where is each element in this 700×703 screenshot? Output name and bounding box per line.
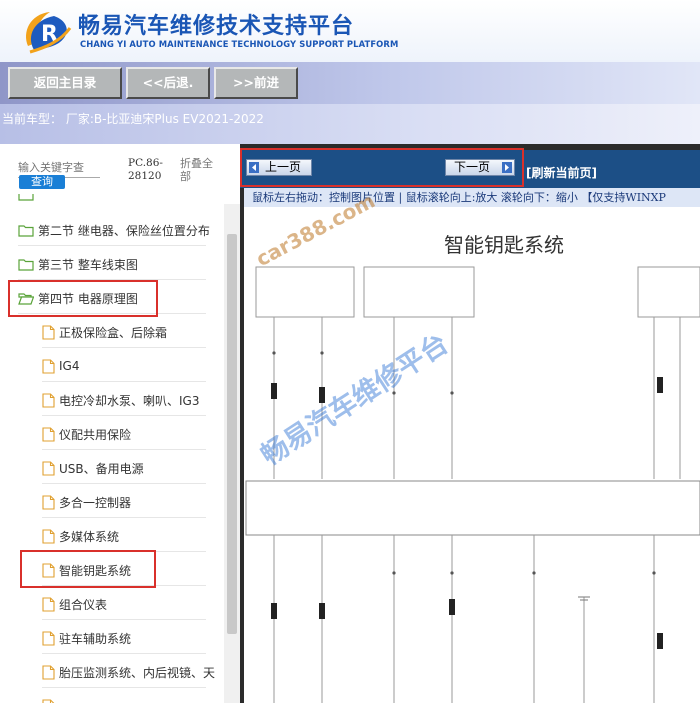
tree-item-usb[interactable]: USB、备用电源 (42, 454, 224, 482)
tree-item-parking-assist[interactable]: 驻车辅助系统 (42, 624, 224, 652)
divider (42, 619, 206, 620)
collapse-all-link[interactable]: 折叠全部 (180, 157, 220, 183)
document-icon (42, 358, 55, 374)
divider (42, 551, 206, 552)
tree-item-multimedia[interactable]: 多媒体系统 (42, 522, 224, 550)
document-icon (42, 630, 55, 646)
folder-icon (18, 194, 34, 201)
folder-open-icon (18, 292, 34, 305)
tree-item-label: 第二节 继电器、保险丝位置分布 (38, 223, 210, 238)
document-icon (42, 460, 55, 476)
tree-item-label: 第四节 电器原理图 (38, 291, 138, 306)
tree-item-label: 多媒体系统 (59, 529, 120, 544)
divider (42, 483, 206, 484)
model-bar: 当前车型： 厂家:B-比亚迪宋Plus EV2021-2022 (0, 104, 700, 144)
catalog-tree: 第二节 继电器、保险丝位置分布 第三节 整车线束图 第四节 电器原理图 正极保险… (0, 194, 224, 703)
brand-title: 畅易汽车维修技术支持平台 (78, 14, 355, 39)
tree-item-label: 仪配共用保险 (59, 427, 132, 442)
tree-item-water-pump[interactable]: 电控冷却水泵、喇叭、IG3 (42, 386, 224, 414)
tree-item-partial (42, 692, 224, 703)
tree-item-label: 胎压监测系统、内后视镜、天 (59, 665, 216, 680)
wiring-diagram[interactable]: 智能钥匙系统 (244, 207, 700, 703)
next-page-label: 下一页 (454, 160, 491, 174)
tree-item-label: 第三节 整车线束图 (38, 257, 138, 272)
wiring-diagram-drawing (245, 266, 700, 703)
tree-item-fuse-box[interactable]: 正极保险盒、后除霜 (42, 318, 224, 346)
tree-item-tpms[interactable]: 胎压监测系统、内后视镜、天 (42, 658, 224, 686)
sidebar: 查询 PC.86-28120 折叠全部 第二节 继电器、保险丝位置分布 第三节 … (0, 144, 240, 703)
tree-item-label: 正极保险盒、后除霜 (59, 325, 168, 340)
refresh-page-link[interactable]: [刷新当前页] (526, 164, 597, 181)
nav-bar: 返回主目录 <<后退. >>前进 (0, 62, 700, 104)
divider (42, 449, 206, 450)
tree-item-label: 组合仪表 (59, 597, 108, 612)
tree-item-harness[interactable]: 第三节 整车线束图 (18, 250, 224, 278)
tree-item-label: 驻车辅助系统 (59, 631, 132, 646)
arrow-right-icon (502, 162, 512, 173)
folder-icon (18, 224, 34, 237)
tree-item-label: 智能钥匙系统 (59, 563, 132, 578)
prev-page-button[interactable]: 上一页 (246, 159, 312, 176)
divider (42, 653, 206, 654)
arrow-left-icon (249, 162, 259, 173)
pc-code: PC.86-28120 (128, 157, 163, 182)
document-icon (42, 664, 55, 680)
tree-item-label: IG4 (59, 359, 80, 373)
divider (18, 279, 206, 280)
tree-item-label: 电控冷却水泵、喇叭、IG3 (59, 393, 200, 408)
diagram-title: 智能钥匙系统 (444, 233, 564, 257)
query-button[interactable]: 查询 (19, 175, 65, 189)
tree-item-controller[interactable]: 多合一控制器 (42, 488, 224, 516)
cr-logo-icon: R (26, 12, 72, 54)
tree-item-smart-key[interactable]: 智能钥匙系统 (42, 556, 224, 584)
document-icon (42, 698, 55, 703)
divider (42, 381, 206, 382)
tree-item-label: 多合一控制器 (59, 495, 132, 510)
document-icon (42, 562, 55, 578)
tree-item-ig4[interactable]: IG4 (42, 352, 224, 380)
next-page-button[interactable]: 下一页 (445, 159, 515, 176)
document-icon (42, 426, 55, 442)
prev-page-label: 上一页 (265, 160, 302, 174)
tree-item-relay-fuse[interactable]: 第二节 继电器、保险丝位置分布 (18, 216, 224, 244)
brand-subtitle: CHANG YI AUTO MAINTENANCE TECHNOLOGY SUP… (80, 39, 399, 49)
divider (42, 517, 206, 518)
document-icon (42, 494, 55, 510)
tree-item-dash-fuse[interactable]: 仪配共用保险 (42, 420, 224, 448)
document-icon (42, 324, 55, 340)
divider (18, 313, 206, 314)
tree-item-partial (18, 194, 224, 208)
app-header: R 畅易汽车维修技术支持平台 CHANG YI AUTO MAINTENANCE… (0, 0, 700, 62)
tree-item-label: USB、备用电源 (59, 461, 144, 476)
home-button[interactable]: 返回主目录 (8, 67, 122, 99)
document-icon (42, 528, 55, 544)
forward-button[interactable]: >>前进 (214, 67, 298, 99)
folder-icon (18, 258, 34, 271)
viewer-hint: 鼠标左右拖动：控制图片位置 | 鼠标滚轮向上:放大 滚轮向下：缩小 【仅支持WI… (244, 188, 700, 207)
back-button[interactable]: <<后退. (126, 67, 210, 99)
current-model-text: 当前车型： 厂家:B-比亚迪宋Plus EV2021-2022 (2, 112, 264, 126)
divider (18, 245, 206, 246)
tree-item-schematics[interactable]: 第四节 电器原理图 (18, 284, 224, 312)
tree-item-cluster[interactable]: 组合仪表 (42, 590, 224, 618)
divider (42, 585, 206, 586)
sidebar-scroll-thumb[interactable] (227, 234, 237, 634)
document-icon (42, 596, 55, 612)
divider (42, 415, 206, 416)
divider (42, 347, 206, 348)
document-icon (42, 392, 55, 408)
divider (42, 687, 206, 688)
